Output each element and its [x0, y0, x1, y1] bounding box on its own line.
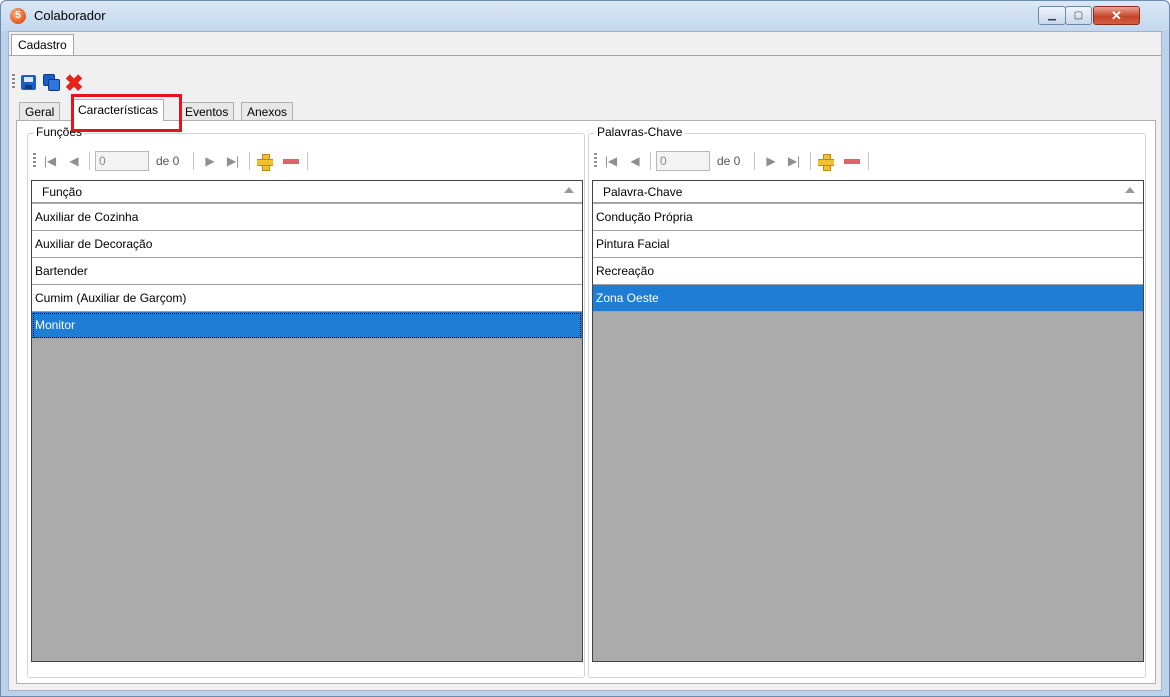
- move-first-button[interactable]: |◀: [41, 152, 59, 170]
- delete-icon[interactable]: [281, 152, 301, 170]
- navigator-separator: [193, 152, 194, 170]
- table-row[interactable]: Pintura Facial: [593, 231, 1143, 258]
- record-count-label: de 0: [156, 154, 180, 168]
- title-bar[interactable]: 5 Colaborador ▁ ▢ ✕: [1, 1, 1169, 31]
- table-row[interactable]: Recreação: [593, 258, 1143, 285]
- toolbar-grip[interactable]: [12, 74, 15, 90]
- table-row-selected[interactable]: Zona Oeste: [593, 285, 1143, 312]
- table-row[interactable]: Auxiliar de Decoração: [32, 231, 582, 258]
- caracteristicas-tab-page: Funções |◀ ◀ 0 de 0 ▶ ▶| Função Auxiliar…: [16, 120, 1156, 684]
- column-header-label: Função: [42, 185, 83, 199]
- delete-icon[interactable]: [842, 152, 862, 170]
- window-title: Colaborador: [34, 8, 106, 23]
- sort-ascending-icon: [1125, 187, 1135, 193]
- tab-geral[interactable]: Geral: [19, 102, 61, 121]
- menu-divider: [9, 55, 1161, 56]
- navigator-separator: [249, 152, 250, 170]
- tab-anexos[interactable]: Anexos: [241, 102, 294, 121]
- window-client-area: Cadastro ✖ Geral Características Eventos…: [8, 31, 1162, 691]
- palavras-chave-navigator: |◀ ◀ 0 de 0 ▶ ▶|: [594, 148, 1139, 174]
- move-previous-button[interactable]: ◀: [626, 152, 644, 170]
- navigator-separator: [754, 152, 755, 170]
- save-all-icon-front: [48, 79, 60, 91]
- table-row[interactable]: Cumim (Auxiliar de Garçom): [32, 285, 582, 312]
- add-new-icon[interactable]: [255, 152, 275, 171]
- menu-cadastro[interactable]: Cadastro: [11, 34, 74, 55]
- cancel-button[interactable]: ✖: [64, 70, 84, 96]
- tab-caracteristicas[interactable]: Características: [72, 99, 165, 121]
- save-all-button[interactable]: [42, 73, 62, 93]
- funcoes-grid[interactable]: Função Auxiliar de Cozinha Auxiliar de D…: [31, 180, 583, 662]
- move-next-button[interactable]: ▶: [201, 152, 219, 170]
- navigator-grip[interactable]: [33, 153, 36, 169]
- application-window: 5 Colaborador ▁ ▢ ✕ Cadastro ✖ Geral Car…: [0, 0, 1170, 697]
- navigator-separator: [650, 152, 651, 170]
- position-input[interactable]: 0: [95, 151, 149, 171]
- move-last-button[interactable]: ▶|: [785, 152, 803, 170]
- funcoes-rows: Auxiliar de Cozinha Auxiliar de Decoraçã…: [32, 204, 582, 339]
- move-last-button[interactable]: ▶|: [224, 152, 242, 170]
- tab-strip: Geral Características Eventos Anexos: [16, 99, 1156, 121]
- minimize-button[interactable]: ▁: [1038, 6, 1066, 25]
- table-row[interactable]: Bartender: [32, 258, 582, 285]
- save-button[interactable]: [19, 73, 39, 93]
- tab-eventos[interactable]: Eventos: [179, 102, 235, 121]
- app-logo-icon: 5: [10, 8, 26, 24]
- add-new-icon[interactable]: [816, 152, 836, 171]
- record-count-label: de 0: [717, 154, 741, 168]
- main-toolbar: ✖: [9, 70, 1161, 96]
- sort-ascending-icon: [564, 187, 574, 193]
- navigator-separator: [810, 152, 811, 170]
- table-row[interactable]: Condução Própria: [593, 204, 1143, 231]
- save-icon: [21, 75, 36, 90]
- grid-header-funcao[interactable]: Função: [32, 181, 582, 203]
- move-previous-button[interactable]: ◀: [65, 152, 83, 170]
- table-row-selected[interactable]: Monitor: [32, 312, 582, 339]
- palavras-chave-group: Palavras-Chave |◀ ◀ 0 de 0 ▶ ▶| Palavra-…: [588, 125, 1146, 678]
- column-header-label: Palavra-Chave: [603, 185, 683, 199]
- navigator-separator: [89, 152, 90, 170]
- palavras-chave-grid[interactable]: Palavra-Chave Condução Própria Pintura F…: [592, 180, 1144, 662]
- cancel-icon: ✖: [64, 70, 84, 96]
- navigator-separator: [307, 152, 308, 170]
- move-next-button[interactable]: ▶: [762, 152, 780, 170]
- palavras-chave-group-title: Palavras-Chave: [595, 125, 685, 139]
- palavras-chave-rows: Condução Própria Pintura Facial Recreaçã…: [593, 204, 1143, 312]
- funcoes-group: Funções |◀ ◀ 0 de 0 ▶ ▶| Função Auxiliar…: [27, 125, 585, 678]
- navigator-grip[interactable]: [594, 153, 597, 169]
- grid-header-palavra-chave[interactable]: Palavra-Chave: [593, 181, 1143, 203]
- navigator-separator: [868, 152, 869, 170]
- close-button[interactable]: ✕: [1093, 6, 1140, 25]
- funcoes-group-title: Funções: [34, 125, 85, 139]
- maximize-button[interactable]: ▢: [1065, 6, 1092, 25]
- menu-bar: Cadastro: [9, 32, 1161, 56]
- move-first-button[interactable]: |◀: [602, 152, 620, 170]
- position-input[interactable]: 0: [656, 151, 710, 171]
- table-row[interactable]: Auxiliar de Cozinha: [32, 204, 582, 231]
- funcoes-navigator: |◀ ◀ 0 de 0 ▶ ▶|: [33, 148, 578, 174]
